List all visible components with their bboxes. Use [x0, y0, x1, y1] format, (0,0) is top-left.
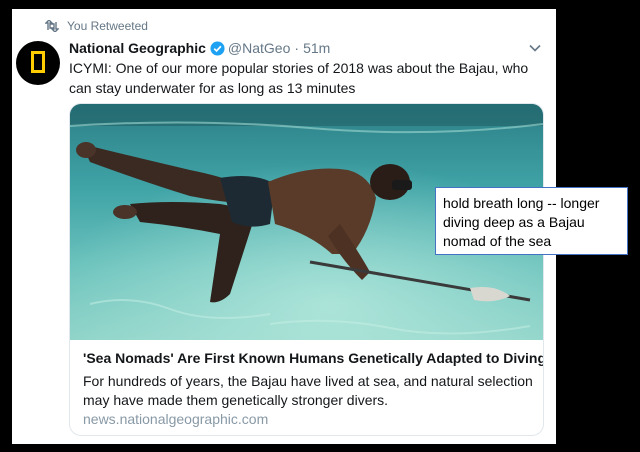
- annotation-note: hold breath long -- longer diving deep a…: [435, 187, 628, 255]
- tweet-header: National Geographic @NatGeo · 51m: [69, 38, 330, 58]
- display-name[interactable]: National Geographic: [69, 40, 206, 56]
- card-title[interactable]: 'Sea Nomads' Are First Known Humans Gene…: [83, 350, 543, 366]
- retweet-label: You Retweeted: [67, 19, 148, 33]
- link-card[interactable]: 'Sea Nomads' Are First Known Humans Gene…: [69, 103, 544, 436]
- retweet-indicator: You Retweeted: [45, 18, 148, 34]
- card-domain[interactable]: news.nationalgeographic.com: [83, 411, 268, 427]
- retweet-icon: [45, 20, 59, 32]
- avatar[interactable]: [16, 41, 60, 85]
- timestamp[interactable]: 51m: [303, 40, 330, 56]
- chevron-down-icon[interactable]: [528, 41, 542, 55]
- verified-badge-icon: [210, 40, 225, 56]
- user-handle[interactable]: @NatGeo: [228, 40, 290, 56]
- annotation-line: diving deep as a Bajau: [443, 214, 585, 230]
- tweet-text: ICYMI: One of our more popular stories o…: [69, 60, 529, 96]
- annotation-line: nomad of the sea: [443, 233, 552, 249]
- annotation-line: hold breath long -- longer: [443, 195, 600, 211]
- header-separator: ·: [294, 40, 300, 56]
- natgeo-logo-frame: [31, 51, 45, 73]
- card-description: For hundreds of years, the Bajau have li…: [83, 373, 533, 408]
